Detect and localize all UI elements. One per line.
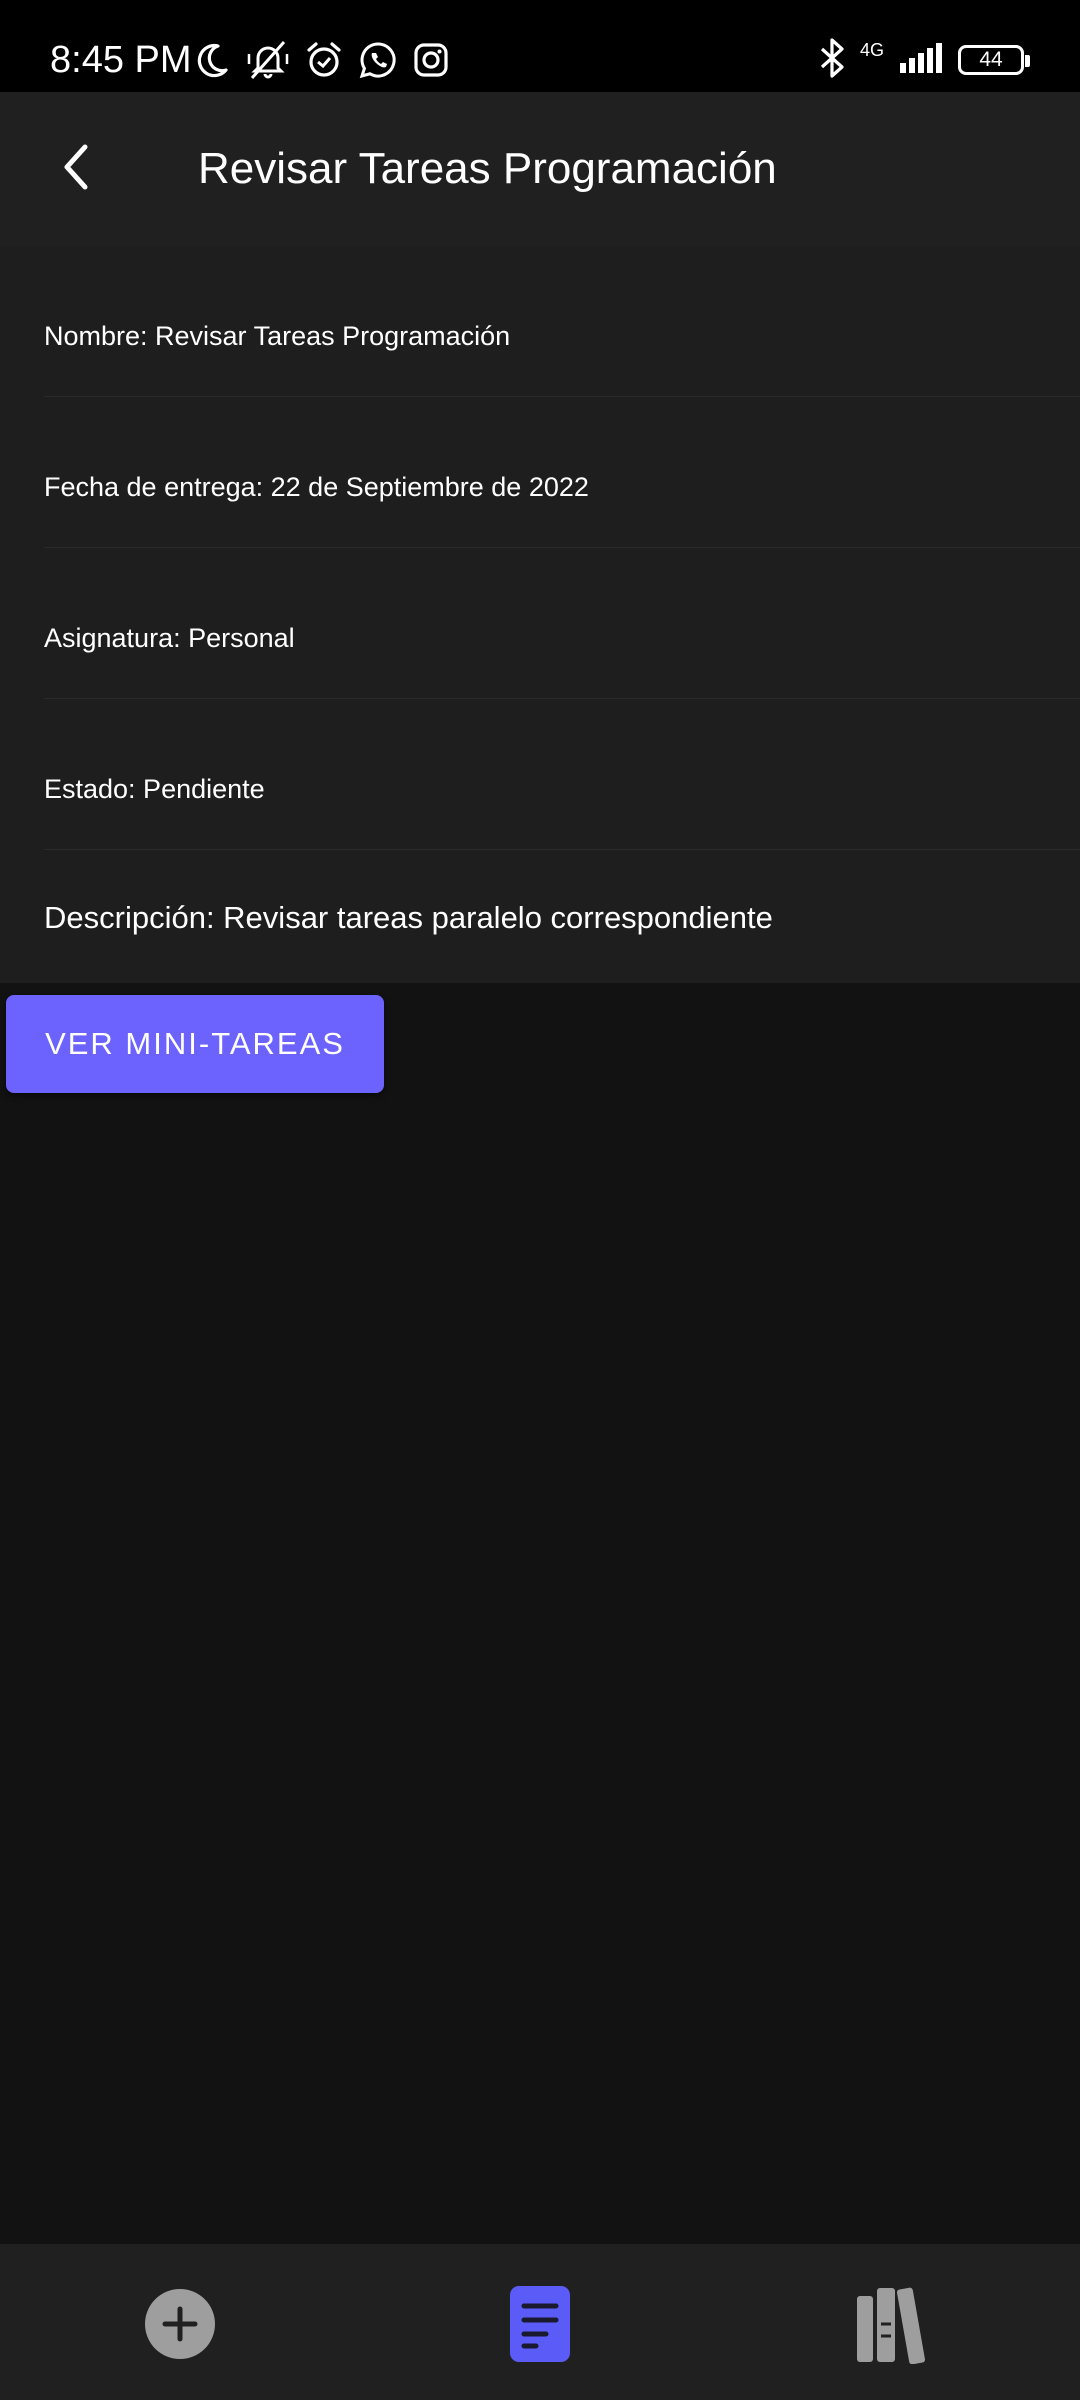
- instagram-icon: [412, 41, 450, 79]
- network-type: 4G: [859, 39, 884, 60]
- nav-add-task[interactable]: [140, 2286, 220, 2366]
- detail-row-name: Nombre: Revisar Tareas Programación: [44, 246, 1080, 397]
- status-time: 8:45 PM: [50, 39, 192, 81]
- page-title: Revisar Tareas Programación: [198, 144, 777, 193]
- bell-off-icon: [246, 40, 290, 80]
- nav-library[interactable]: [855, 2284, 941, 2369]
- back-button[interactable]: [40, 132, 114, 206]
- app-bar: Revisar Tareas Programación: [0, 92, 1080, 246]
- task-name: Nombre: Revisar Tareas Programación: [44, 321, 511, 351]
- whatsapp-icon: [358, 40, 398, 80]
- nav-tasks[interactable]: [500, 2284, 580, 2369]
- bluetooth-icon: [818, 37, 846, 84]
- task-description: Descripción: Revisar tareas paralelo cor…: [44, 900, 773, 935]
- status-left-icons: [192, 36, 450, 84]
- status-right-icons: 4G 44: [818, 34, 1030, 86]
- moon-icon: [192, 40, 232, 80]
- view-mini-tasks-button[interactable]: VER MINI-TAREAS: [6, 995, 384, 1093]
- battery-level: 44: [979, 48, 1003, 71]
- task-due-date: Fecha de entrega: 22 de Septiembre de 20…: [44, 472, 589, 502]
- task-status: Estado: Pendiente: [44, 774, 265, 804]
- status-bar: 8:45 PM 4G 44: [0, 0, 1080, 92]
- signal-icon: [898, 41, 944, 80]
- library-icon: [855, 2284, 941, 2369]
- task-subject: Asignatura: Personal: [44, 623, 295, 653]
- alarm-icon: [304, 40, 344, 80]
- detail-row-description: Descripción: Revisar tareas paralelo cor…: [44, 850, 1080, 983]
- detail-row-due-date: Fecha de entrega: 22 de Septiembre de 20…: [44, 397, 1080, 548]
- task-details-card: Nombre: Revisar Tareas Programación Fech…: [0, 246, 1080, 983]
- document-icon: [508, 2284, 572, 2369]
- bottom-navigation: [0, 2244, 1080, 2400]
- detail-row-status: Estado: Pendiente: [44, 699, 1080, 850]
- add-circle-icon: [143, 2287, 217, 2366]
- battery-icon: 44: [958, 45, 1030, 75]
- chevron-left-icon: [57, 141, 97, 198]
- detail-row-subject: Asignatura: Personal: [44, 548, 1080, 699]
